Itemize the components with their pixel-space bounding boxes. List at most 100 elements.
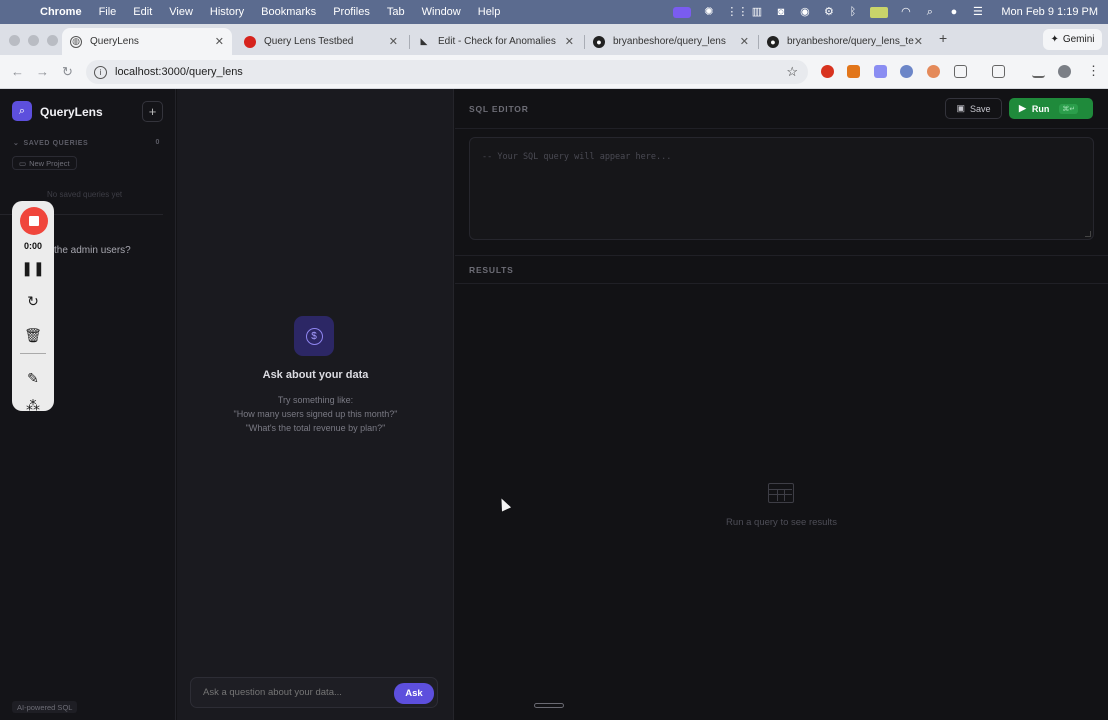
site-info-icon[interactable]: i: [94, 65, 107, 79]
menu-edit[interactable]: Edit: [133, 6, 152, 18]
address-bar[interactable]: i localhost:3000/query_lens ☆: [86, 60, 808, 84]
tab-title: bryanbeshore/query_lens: [613, 36, 726, 47]
tab-title: Edit - Check for Anomalies: [438, 36, 556, 47]
sql-placeholder: -- Your SQL query will appear here...: [482, 152, 672, 162]
tab-github-query-lens[interactable]: ● bryanbeshore/query_lens ✕: [585, 28, 757, 55]
results-empty-text: Run a query to see results: [726, 517, 837, 528]
back-icon[interactable]: ←: [11, 64, 24, 79]
close-tab-icon[interactable]: ✕: [215, 35, 224, 48]
no-saved-text: No saved queries yet: [47, 190, 123, 199]
new-project-button[interactable]: ▭ New Project: [12, 156, 77, 170]
section-divider: [455, 255, 1108, 256]
tab-check-anomalies[interactable]: ◣ Edit - Check for Anomalies ✕: [410, 28, 582, 55]
gear-icon[interactable]: ⚙: [822, 6, 835, 18]
extension-sparkle-icon[interactable]: [927, 65, 940, 78]
close-tab-icon[interactable]: ✕: [565, 35, 574, 48]
bluetooth-icon[interactable]: ᛒ: [846, 6, 859, 18]
shield-icon[interactable]: ◉: [798, 6, 811, 18]
example-question[interactable]: "How many users signed up this month?": [177, 409, 454, 419]
extension-cloud-icon[interactable]: [874, 65, 887, 78]
drag-handle[interactable]: [534, 703, 564, 708]
control-center-icon[interactable]: ☰: [971, 6, 984, 18]
extensions-puzzle-icon[interactable]: [954, 65, 967, 78]
bookmark-star-icon[interactable]: ☆: [786, 64, 798, 80]
pencil-icon[interactable]: ✎: [12, 370, 54, 387]
camera-icon[interactable]: ◙: [774, 6, 787, 18]
ask-bar: Ask: [190, 677, 438, 708]
play-icon: ▶: [1019, 103, 1026, 113]
more-tools-icon[interactable]: ⁂: [12, 397, 54, 411]
sun-icon[interactable]: ✺: [702, 6, 715, 18]
url-text[interactable]: localhost:3000/query_lens: [115, 66, 243, 78]
menu-app-chrome[interactable]: Chrome: [40, 6, 82, 18]
tab-querylens[interactable]: ◍ QueryLens ✕: [62, 28, 232, 55]
close-window-button[interactable]: [9, 35, 20, 46]
gemini-button[interactable]: ✦ Gemini: [1043, 29, 1102, 50]
new-chat-button[interactable]: +: [142, 101, 163, 122]
minimize-window-button[interactable]: [28, 35, 39, 46]
menu-bookmarks[interactable]: Bookmarks: [261, 6, 316, 18]
menu-profiles[interactable]: Profiles: [333, 6, 370, 18]
profile-avatar[interactable]: [1058, 65, 1071, 78]
run-shortcut: ⌘↵: [1059, 103, 1079, 114]
resize-handle-icon[interactable]: [1085, 231, 1091, 237]
floppy-icon: ▣: [956, 103, 965, 113]
ask-button[interactable]: Ask: [394, 683, 434, 704]
footer-badge: AI-powered SQL: [12, 701, 78, 713]
table-icon: [768, 483, 794, 503]
extension-metamask-icon[interactable]: [847, 65, 860, 78]
empty-state-hint: Try something like:: [277, 395, 354, 405]
close-tab-icon[interactable]: ✕: [914, 35, 923, 48]
github-icon: ●: [767, 35, 779, 48]
results-divider: [455, 283, 1108, 284]
screen-recorder-toolbar: 0:00 ❚❚ ↻ 🗑 ✎ ⁂: [12, 201, 54, 411]
more-menu-icon[interactable]: ⋮: [1087, 63, 1100, 79]
tab-query-lens-testbed[interactable]: Query Lens Testbed ✕: [236, 28, 406, 55]
download-icon[interactable]: [1032, 65, 1045, 78]
extension-password-icon[interactable]: [900, 65, 913, 78]
app-title: QueryLens: [40, 105, 103, 119]
saved-queries-header[interactable]: ⌄ SAVED QUERIES 0: [13, 139, 163, 147]
close-tab-icon[interactable]: ✕: [740, 35, 749, 48]
menu-tab[interactable]: Tab: [387, 6, 405, 18]
window-controls: [9, 35, 58, 46]
header-divider: [455, 128, 1108, 129]
dollar-icon: $: [294, 316, 334, 356]
menu-window[interactable]: Window: [422, 6, 461, 18]
screen-record-icon[interactable]: [673, 6, 692, 18]
recording-timer: 0:00: [23, 241, 42, 251]
menubar-clock[interactable]: Mon Feb 9 1:19 PM: [1001, 6, 1098, 18]
gemini-label: Gemini: [1062, 34, 1095, 45]
zoom-window-button[interactable]: [47, 35, 58, 46]
grid-icon[interactable]: ⋮⋮: [726, 6, 748, 18]
menu-view[interactable]: View: [169, 6, 193, 18]
example-question[interactable]: "What's the total revenue by plan?": [177, 423, 454, 433]
extension-ublock-icon[interactable]: [821, 65, 834, 78]
tab-github-query-lens-testbed[interactable]: ● bryanbeshore/query_lens_te ✕: [759, 28, 931, 55]
reload-icon[interactable]: ↻: [62, 64, 73, 80]
save-button[interactable]: ▣ Save: [945, 98, 1002, 119]
sql-textarea[interactable]: -- Your SQL query will appear here...: [469, 137, 1094, 240]
menu-history[interactable]: History: [210, 6, 244, 18]
trash-icon[interactable]: 🗑: [12, 327, 54, 344]
new-tab-icon[interactable]: +: [939, 30, 947, 46]
menu-help[interactable]: Help: [478, 6, 501, 18]
tab-search-icon[interactable]: [992, 65, 1005, 78]
wifi-icon[interactable]: ◠: [899, 6, 912, 18]
menu-file[interactable]: File: [99, 6, 117, 18]
search-icon[interactable]: ⌕: [923, 6, 936, 18]
close-tab-icon[interactable]: ✕: [389, 35, 398, 48]
history-item[interactable]: the admin users?: [54, 245, 131, 256]
activity-icon[interactable]: ▥: [750, 6, 763, 18]
restart-icon[interactable]: ↻: [12, 293, 54, 310]
saved-count-badge: 0: [155, 139, 160, 146]
forward-icon[interactable]: →: [36, 64, 49, 79]
plus-icon: +: [148, 104, 157, 119]
siri-icon[interactable]: ●: [947, 6, 960, 18]
battery-icon[interactable]: [870, 6, 889, 18]
stop-recording-button[interactable]: [20, 207, 48, 235]
run-button[interactable]: ▶ Run ⌘↵: [1009, 98, 1093, 119]
pause-icon[interactable]: ❚❚: [12, 260, 54, 277]
results-label: RESULTS: [469, 265, 514, 275]
ask-input[interactable]: [203, 687, 373, 698]
